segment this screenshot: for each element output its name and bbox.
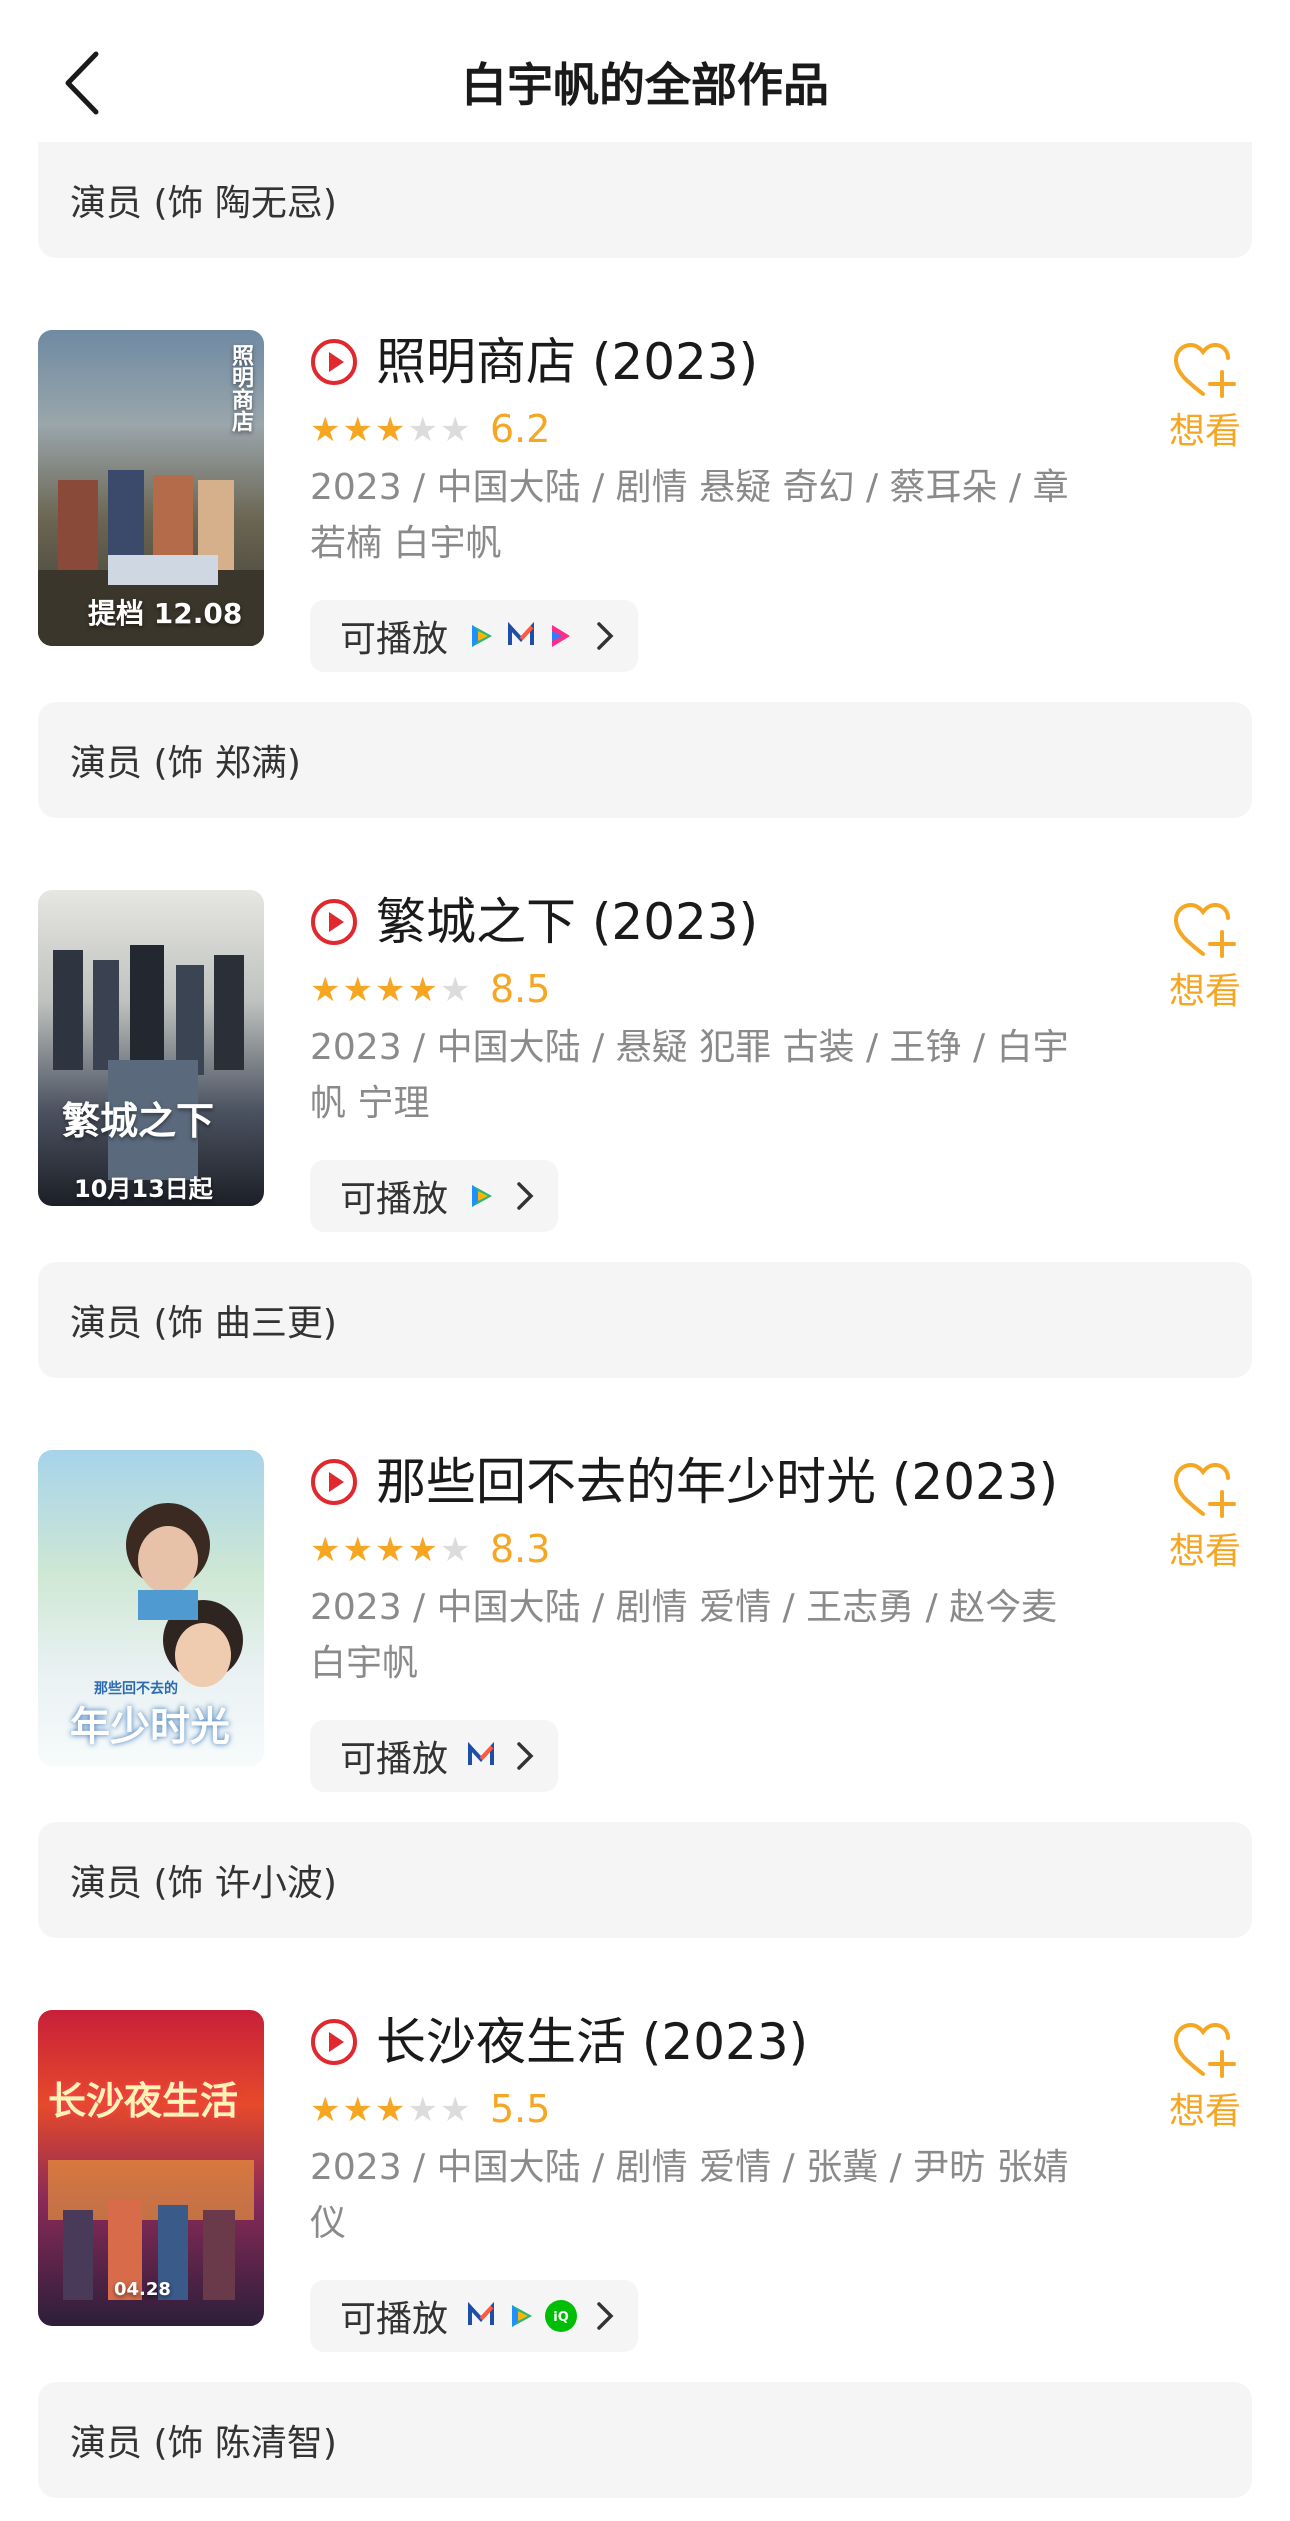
star-rating: ★ ★ ★ ★ ★ bbox=[310, 2090, 470, 2130]
chevron-right-icon bbox=[597, 2302, 614, 2330]
star-filled-icon: ★ bbox=[407, 1530, 438, 1570]
role-label: 演员 (饰 陶无忌) bbox=[38, 142, 1252, 258]
star-filled-icon: ★ bbox=[310, 1530, 341, 1570]
want-to-watch-label: 想看 bbox=[1168, 2091, 1241, 2132]
role-label: 演员 (饰 郑满) bbox=[38, 702, 1252, 818]
role-label: 演员 (饰 许小波) bbox=[38, 1822, 1252, 1938]
mgtv-icon bbox=[464, 2299, 498, 2333]
rating-score: 8.3 bbox=[490, 1527, 551, 1571]
star-filled-icon: ★ bbox=[374, 970, 406, 1010]
poster-date-text: 04.28 bbox=[114, 2279, 171, 2300]
work-title[interactable]: 长沙夜生活 (2023) bbox=[376, 2010, 808, 2074]
playable-label: 可播放 bbox=[340, 2299, 449, 2340]
role-label: 演员 (饰 曲三更) bbox=[38, 1262, 1252, 1378]
poster-image[interactable]: 那些回不去的 年少时光 bbox=[38, 1450, 264, 1766]
heart-plus-icon bbox=[1173, 342, 1236, 398]
want-to-watch-button[interactable]: 想看 bbox=[1160, 2020, 1250, 2136]
chevron-right-icon bbox=[517, 1742, 534, 1770]
want-to-watch-label: 想看 bbox=[1168, 1531, 1241, 1572]
play-icon[interactable] bbox=[310, 338, 358, 386]
star-filled-icon: ★ bbox=[407, 970, 438, 1010]
work-meta: 2023 / 中国大陆 / 剧情 悬疑 奇幻 / 蔡耳朵 / 章若楠 白宇帆 bbox=[310, 467, 1069, 564]
star-empty-icon: ★ bbox=[407, 410, 438, 450]
star-filled-icon: ★ bbox=[310, 970, 341, 1010]
rating-score: 8.5 bbox=[490, 967, 551, 1011]
work-item[interactable]: 繁城之下 10月13日起 繁城之下 (2023) ★ ★ ★ ★ ★ 8.5 2… bbox=[0, 890, 1290, 1270]
work-title[interactable]: 繁城之下 (2023) bbox=[376, 890, 758, 954]
work-item[interactable]: 照明商店 提档 12.08 照明商店 (2023) ★ ★ ★ ★ ★ 6.2 … bbox=[0, 330, 1290, 710]
work-item[interactable]: 那些回不去的 年少时光 那些回不去的年少时光 (2023) ★ ★ ★ ★ ★ … bbox=[0, 1450, 1290, 1830]
iqiyi-icon: iQ bbox=[544, 2299, 578, 2333]
star-filled-icon: ★ bbox=[310, 410, 341, 450]
playable-button[interactable]: 可播放 bbox=[310, 600, 639, 672]
mgtv-icon bbox=[464, 1739, 498, 1773]
star-empty-icon: ★ bbox=[439, 410, 471, 450]
want-to-watch-button[interactable]: 想看 bbox=[1160, 900, 1250, 1016]
poster-title-text: 年少时光 bbox=[70, 1704, 230, 1750]
heart-plus-icon bbox=[1173, 2022, 1236, 2078]
heart-plus-icon bbox=[1173, 1462, 1236, 1518]
want-to-watch-button[interactable]: 想看 bbox=[1160, 1460, 1250, 1576]
star-filled-icon: ★ bbox=[342, 1530, 373, 1570]
star-empty-icon: ★ bbox=[439, 1530, 471, 1570]
star-empty-icon: ★ bbox=[439, 970, 471, 1010]
work-meta: 2023 / 中国大陆 / 剧情 爱情 / 张冀 / 尹昉 张婧仪 bbox=[310, 2147, 1069, 2244]
star-filled-icon: ★ bbox=[342, 2090, 373, 2130]
chevron-right-icon bbox=[517, 1182, 534, 1210]
star-filled-icon: ★ bbox=[374, 1530, 406, 1570]
star-rating: ★ ★ ★ ★ ★ bbox=[310, 970, 470, 1010]
play-icon[interactable] bbox=[310, 898, 358, 946]
poster-image[interactable]: 繁城之下 10月13日起 bbox=[38, 890, 264, 1206]
star-rating: ★ ★ ★ ★ ★ bbox=[310, 1530, 470, 1570]
poster-image[interactable]: 长沙夜生活 04.28 bbox=[38, 2010, 264, 2326]
tencent-video-icon bbox=[464, 1179, 498, 1213]
rating-score: 5.5 bbox=[490, 2087, 551, 2131]
playable-button[interactable]: 可播放 iQ bbox=[310, 2280, 639, 2352]
poster-date-text: 提档 12.08 bbox=[88, 597, 243, 630]
page-title: 白宇帆的全部作品 bbox=[461, 58, 829, 112]
mgtv-icon bbox=[504, 619, 538, 653]
tencent-video-icon bbox=[504, 2299, 538, 2333]
playable-label: 可播放 bbox=[340, 1739, 449, 1780]
playable-label: 可播放 bbox=[340, 1179, 449, 1220]
work-item[interactable]: 长沙夜生活 04.28 长沙夜生活 (2023) ★ ★ ★ ★ ★ 5.5 2… bbox=[0, 2010, 1290, 2390]
tencent-video-icon bbox=[464, 619, 498, 653]
rating-score: 6.2 bbox=[490, 407, 551, 451]
playable-label: 可播放 bbox=[340, 619, 449, 660]
poster-title-text: 长沙夜生活 bbox=[48, 2079, 239, 2123]
work-meta: 2023 / 中国大陆 / 剧情 爱情 / 王志勇 / 赵今麦 白宇帆 bbox=[310, 1587, 1058, 1684]
top-bar: 白宇帆的全部作品 bbox=[0, 0, 1290, 150]
role-label: 演员 (饰 陈清智) bbox=[38, 2382, 1252, 2498]
work-title[interactable]: 照明商店 (2023) bbox=[376, 330, 758, 394]
heart-plus-icon bbox=[1173, 902, 1236, 958]
star-filled-icon: ★ bbox=[310, 2090, 341, 2130]
playable-button[interactable]: 可播放 bbox=[310, 1720, 559, 1792]
want-to-watch-button[interactable]: 想看 bbox=[1160, 340, 1250, 456]
star-filled-icon: ★ bbox=[374, 2090, 406, 2130]
play-icon[interactable] bbox=[310, 2018, 358, 2066]
poster-title-text: 照明商店 bbox=[228, 344, 253, 432]
chevron-right-icon bbox=[597, 622, 614, 650]
playable-button[interactable]: 可播放 bbox=[310, 1160, 559, 1232]
star-filled-icon: ★ bbox=[342, 410, 373, 450]
poster-date-text: 10月13日起 bbox=[74, 1175, 213, 1203]
play-icon[interactable] bbox=[310, 1458, 358, 1506]
want-to-watch-label: 想看 bbox=[1168, 411, 1241, 452]
poster-title-text: 繁城之下 bbox=[62, 1099, 215, 1143]
poster-image[interactable]: 照明商店 提档 12.08 bbox=[38, 330, 264, 646]
star-empty-icon: ★ bbox=[439, 2090, 471, 2130]
want-to-watch-label: 想看 bbox=[1168, 971, 1241, 1012]
youku-icon bbox=[544, 619, 578, 653]
star-filled-icon: ★ bbox=[374, 410, 406, 450]
work-title[interactable]: 那些回不去的年少时光 (2023) bbox=[376, 1450, 1058, 1514]
work-meta: 2023 / 中国大陆 / 悬疑 犯罪 古装 / 王铮 / 白宇帆 宁理 bbox=[310, 1027, 1069, 1124]
star-empty-icon: ★ bbox=[407, 2090, 438, 2130]
star-rating: ★ ★ ★ ★ ★ bbox=[310, 410, 470, 450]
svg-text:iQ: iQ bbox=[553, 2310, 569, 2325]
star-filled-icon: ★ bbox=[342, 970, 373, 1010]
